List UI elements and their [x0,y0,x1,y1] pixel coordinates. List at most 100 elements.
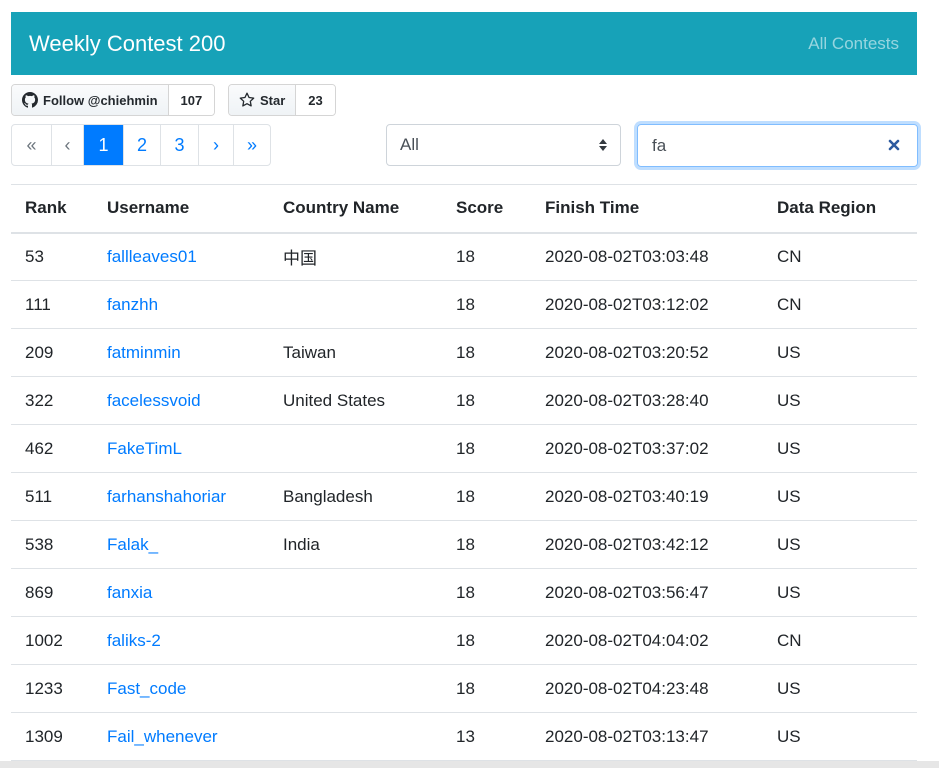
table-row: 209 fatminmin Taiwan 18 2020-08-02T03:20… [11,328,917,377]
rank-cell: 1002 [11,616,93,665]
username-link[interactable]: farhanshahoriar [93,472,269,521]
username-link[interactable]: fallleaves01 [93,232,269,281]
score-cell: 18 [442,376,531,425]
region-select[interactable]: All [386,124,621,166]
data-region-cell: CN [763,280,917,329]
col-username: Username [93,184,269,234]
finish-time-cell: 2020-08-02T03:37:02 [531,424,763,473]
rank-cell: 511 [11,472,93,521]
username-link[interactable]: fanzhh [93,280,269,329]
finish-time-cell: 2020-08-02T03:42:12 [531,520,763,569]
col-country: Country Name [269,184,442,234]
username-link[interactable]: Fast_code [93,664,269,713]
score-cell: 18 [442,424,531,473]
table-row: 511 farhanshahoriar Bangladesh 18 2020-0… [11,472,917,521]
github-follow-button[interactable]: Follow @chiehmin [12,85,169,115]
col-finish-time: Finish Time [531,184,763,234]
search-input[interactable] [638,135,896,156]
country-cell [269,616,442,665]
table-row: 1233 Fast_code 18 2020-08-02T04:23:48 US [11,664,917,713]
username-link[interactable]: fatminmin [93,328,269,377]
table-row: 1002 faliks-2 18 2020-08-02T04:04:02 CN [11,616,917,665]
first-page-button[interactable]: « [12,125,52,165]
page-3-button[interactable]: 3 [161,125,199,165]
country-cell: 中国 [269,232,442,281]
rank-cell: 53 [11,232,93,281]
table-row: 111 fanzhh 18 2020-08-02T03:12:02 CN [11,280,917,329]
ranking-table: Rank Username Country Name Score Finish … [11,184,917,761]
username-link[interactable]: fanxia [93,568,269,617]
username-link[interactable]: faliks-2 [93,616,269,665]
pagination: « ‹ 1 2 3 › » [11,124,271,166]
data-region-cell: US [763,568,917,617]
finish-time-cell: 2020-08-02T03:28:40 [531,376,763,425]
horizontal-scrollbar[interactable] [0,761,939,768]
page-title[interactable]: Weekly Contest 200 [29,31,225,57]
country-cell: Bangladesh [269,472,442,521]
table-row: 538 Falak_ India 18 2020-08-02T03:42:12 … [11,520,917,569]
data-region-cell: US [763,424,917,473]
last-page-button[interactable]: » [234,125,270,165]
table-row: 53 fallleaves01 中国 18 2020-08-02T03:03:4… [11,232,917,281]
table-row: 1309 Fail_whenever 13 2020-08-02T03:13:4… [11,712,917,761]
country-cell [269,568,442,617]
data-region-cell: CN [763,616,917,665]
data-region-cell: US [763,376,917,425]
score-cell: 18 [442,280,531,329]
data-region-cell: US [763,472,917,521]
github-star-widget: Star 23 [228,84,336,116]
username-link[interactable]: Fail_whenever [93,712,269,761]
all-contests-link[interactable]: All Contests [808,34,899,54]
table-header-row: Rank Username Country Name Score Finish … [11,184,917,234]
rank-cell: 209 [11,328,93,377]
data-region-cell: US [763,520,917,569]
github-follow-label: Follow @chiehmin [43,92,158,108]
country-cell: India [269,520,442,569]
finish-time-cell: 2020-08-02T03:40:19 [531,472,763,521]
close-icon[interactable] [887,138,901,152]
username-link[interactable]: FakeTimL [93,424,269,473]
next-page-button[interactable]: › [199,125,234,165]
score-cell: 18 [442,328,531,377]
previous-page-button[interactable]: ‹ [52,125,84,165]
country-cell: United States [269,376,442,425]
region-select-value: All [400,135,419,154]
score-cell: 18 [442,664,531,713]
github-follow-widget: Follow @chiehmin 107 [11,84,216,116]
col-score: Score [442,184,531,234]
country-cell: Taiwan [269,328,442,377]
col-rank: Rank [11,184,93,234]
finish-time-cell: 2020-08-02T03:03:48 [531,232,763,281]
country-cell [269,280,442,329]
navbar: Weekly Contest 200 All Contests [11,12,917,75]
data-region-cell: US [763,664,917,713]
country-cell [269,712,442,761]
data-region-cell: US [763,712,917,761]
github-star-label: Star [260,92,286,108]
finish-time-cell: 2020-08-02T03:20:52 [531,328,763,377]
username-link[interactable]: Falak_ [93,520,269,569]
score-cell: 18 [442,568,531,617]
page-1-button[interactable]: 1 [84,125,124,165]
score-cell: 13 [442,712,531,761]
rank-cell: 1233 [11,664,93,713]
score-cell: 18 [442,616,531,665]
score-cell: 18 [442,232,531,281]
rank-cell: 538 [11,520,93,569]
github-star-count[interactable]: 23 [296,85,335,115]
country-cell [269,424,442,473]
github-follow-count[interactable]: 107 [168,85,215,115]
finish-time-cell: 2020-08-02T03:13:47 [531,712,763,761]
country-cell [269,664,442,713]
page-2-button[interactable]: 2 [124,125,161,165]
username-link[interactable]: facelessvoid [93,376,269,425]
table-row: 322 facelessvoid United States 18 2020-0… [11,376,917,425]
table-row: 869 fanxia 18 2020-08-02T03:56:47 US [11,568,917,617]
rank-cell: 322 [11,376,93,425]
github-star-button[interactable]: Star [229,85,297,115]
table-row: 462 FakeTimL 18 2020-08-02T03:37:02 US [11,424,917,473]
rank-cell: 111 [11,280,93,329]
score-cell: 18 [442,472,531,521]
finish-time-cell: 2020-08-02T04:04:02 [531,616,763,665]
rank-cell: 1309 [11,712,93,761]
